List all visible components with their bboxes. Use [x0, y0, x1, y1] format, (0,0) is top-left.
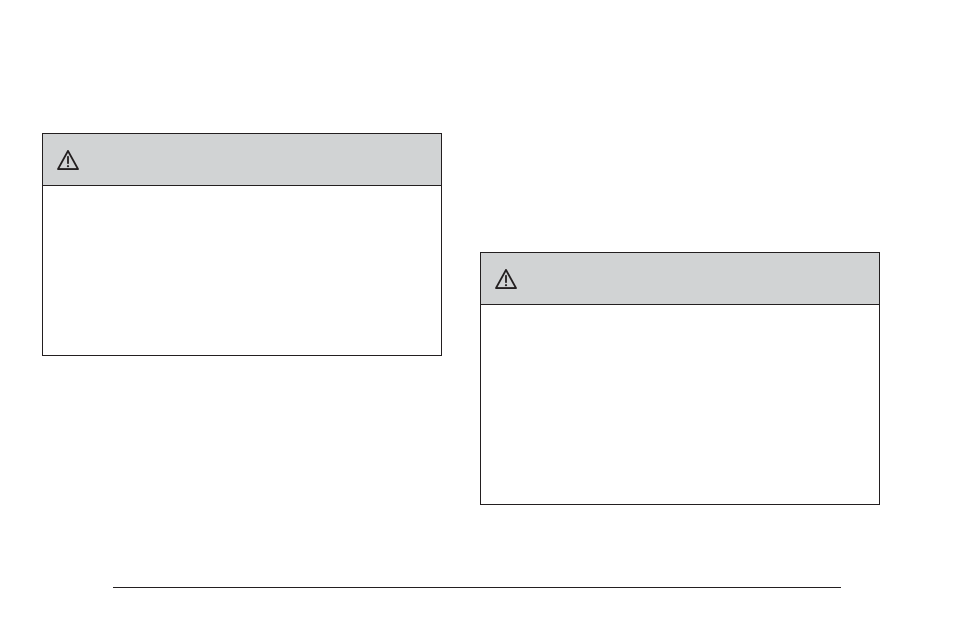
- caution-body: [43, 186, 441, 210]
- caution-box-2: [480, 252, 880, 505]
- warning-icon: [495, 269, 517, 289]
- caution-header: [481, 253, 879, 305]
- warning-icon: [57, 150, 79, 170]
- caution-header: [43, 134, 441, 186]
- horizontal-rule: [113, 587, 841, 588]
- caution-body: [481, 305, 879, 329]
- caution-box-1: [42, 133, 442, 356]
